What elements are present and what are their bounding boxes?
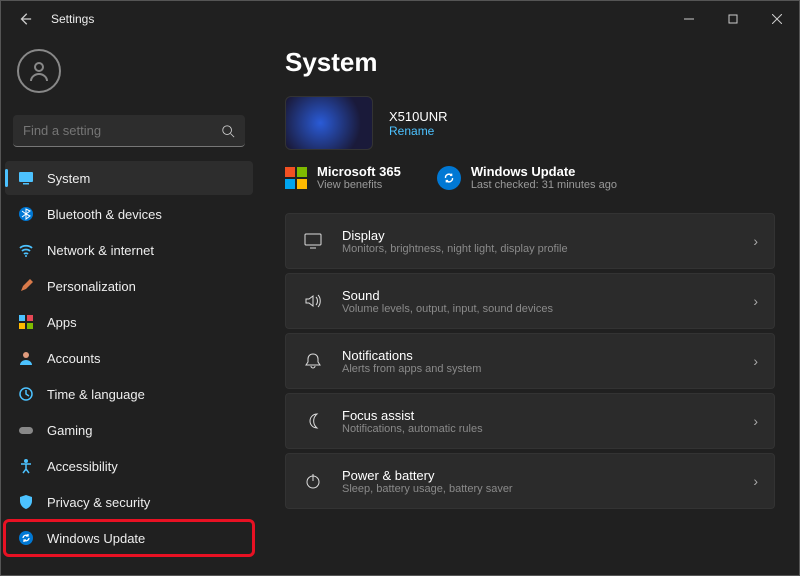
update-icon [17,529,35,547]
card-sub: Sleep, battery usage, battery saver [342,483,735,495]
device-name: X510UNR [389,109,448,124]
svc-sub: View benefits [317,179,401,191]
wifi-icon [17,241,35,259]
nav-label: Accessibility [47,459,118,474]
card-title: Display [342,228,735,243]
chevron-right-icon: › [753,353,758,369]
chevron-right-icon: › [753,233,758,249]
apps-icon [17,313,35,331]
window-controls [667,1,799,37]
sidebar-item-system[interactable]: System [5,161,253,195]
card-sub: Alerts from apps and system [342,363,735,375]
settings-cards: Display Monitors, brightness, night ligh… [285,213,775,509]
nav-label: Personalization [47,279,136,294]
sidebar-item-accounts[interactable]: Accounts [5,341,253,375]
search-input[interactable] [23,123,221,138]
card-focus-assist[interactable]: Focus assist Notifications, automatic ru… [285,393,775,449]
nav-label: Accounts [47,351,100,366]
rename-link[interactable]: Rename [389,124,448,138]
card-title: Notifications [342,348,735,363]
chevron-right-icon: › [753,293,758,309]
chevron-right-icon: › [753,473,758,489]
card-title: Focus assist [342,408,735,423]
search-icon [221,124,235,138]
sidebar-item-windows-update[interactable]: Windows Update [5,521,253,555]
system-icon [17,169,35,187]
minimize-button[interactable] [667,1,711,37]
power-icon [302,470,324,492]
microsoft-logo-icon [285,167,307,189]
service-microsoft365[interactable]: Microsoft 365 View benefits [285,164,401,191]
close-button[interactable] [755,1,799,37]
titlebar: Settings [1,1,799,37]
card-sub: Notifications, automatic rules [342,423,735,435]
services-row: Microsoft 365 View benefits Windows Upda… [285,164,775,191]
nav-label: Privacy & security [47,495,150,510]
maximize-button[interactable] [711,1,755,37]
nav-label: Windows Update [47,531,145,546]
svc-title: Windows Update [471,164,617,179]
nav-label: Gaming [47,423,93,438]
page-title: System [285,47,775,78]
device-thumbnail [285,96,373,150]
sidebar-item-time[interactable]: Time & language [5,377,253,411]
back-button[interactable] [9,3,41,35]
sidebar-item-bluetooth[interactable]: Bluetooth & devices [5,197,253,231]
moon-icon [302,410,324,432]
shield-icon [17,493,35,511]
accounts-icon [17,349,35,367]
nav-label: System [47,171,90,186]
accessibility-icon [17,457,35,475]
nav-label: Time & language [47,387,145,402]
nav-label: Bluetooth & devices [47,207,162,222]
card-sub: Volume levels, output, input, sound devi… [342,303,735,315]
card-title: Power & battery [342,468,735,483]
sidebar-item-personalization[interactable]: Personalization [5,269,253,303]
card-power[interactable]: Power & battery Sleep, battery usage, ba… [285,453,775,509]
sidebar-item-privacy[interactable]: Privacy & security [5,485,253,519]
gaming-icon [17,421,35,439]
sidebar-item-accessibility[interactable]: Accessibility [5,449,253,483]
card-notifications[interactable]: Notifications Alerts from apps and syste… [285,333,775,389]
sidebar-item-gaming[interactable]: Gaming [5,413,253,447]
brush-icon [17,277,35,295]
bell-icon [302,350,324,372]
window-title: Settings [51,12,94,26]
chevron-right-icon: › [753,413,758,429]
avatar [17,49,61,93]
card-sub: Monitors, brightness, night light, displ… [342,243,735,255]
search-box[interactable] [13,115,245,147]
card-display[interactable]: Display Monitors, brightness, night ligh… [285,213,775,269]
card-title: Sound [342,288,735,303]
display-icon [302,230,324,252]
sound-icon [302,290,324,312]
nav-label: Apps [47,315,77,330]
svc-title: Microsoft 365 [317,164,401,179]
device-info: X510UNR Rename [285,96,775,150]
sidebar-item-network[interactable]: Network & internet [5,233,253,267]
clock-icon [17,385,35,403]
svc-sub: Last checked: 31 minutes ago [471,179,617,191]
bluetooth-icon [17,205,35,223]
profile-section[interactable] [5,45,253,109]
sidebar: System Bluetooth & devices Network & int… [1,37,261,575]
nav-label: Network & internet [47,243,154,258]
sidebar-item-apps[interactable]: Apps [5,305,253,339]
service-windows-update[interactable]: Windows Update Last checked: 31 minutes … [437,164,617,191]
card-sound[interactable]: Sound Volume levels, output, input, soun… [285,273,775,329]
update-icon [437,166,461,190]
main-content: System X510UNR Rename Microsoft 365 View… [261,37,799,575]
